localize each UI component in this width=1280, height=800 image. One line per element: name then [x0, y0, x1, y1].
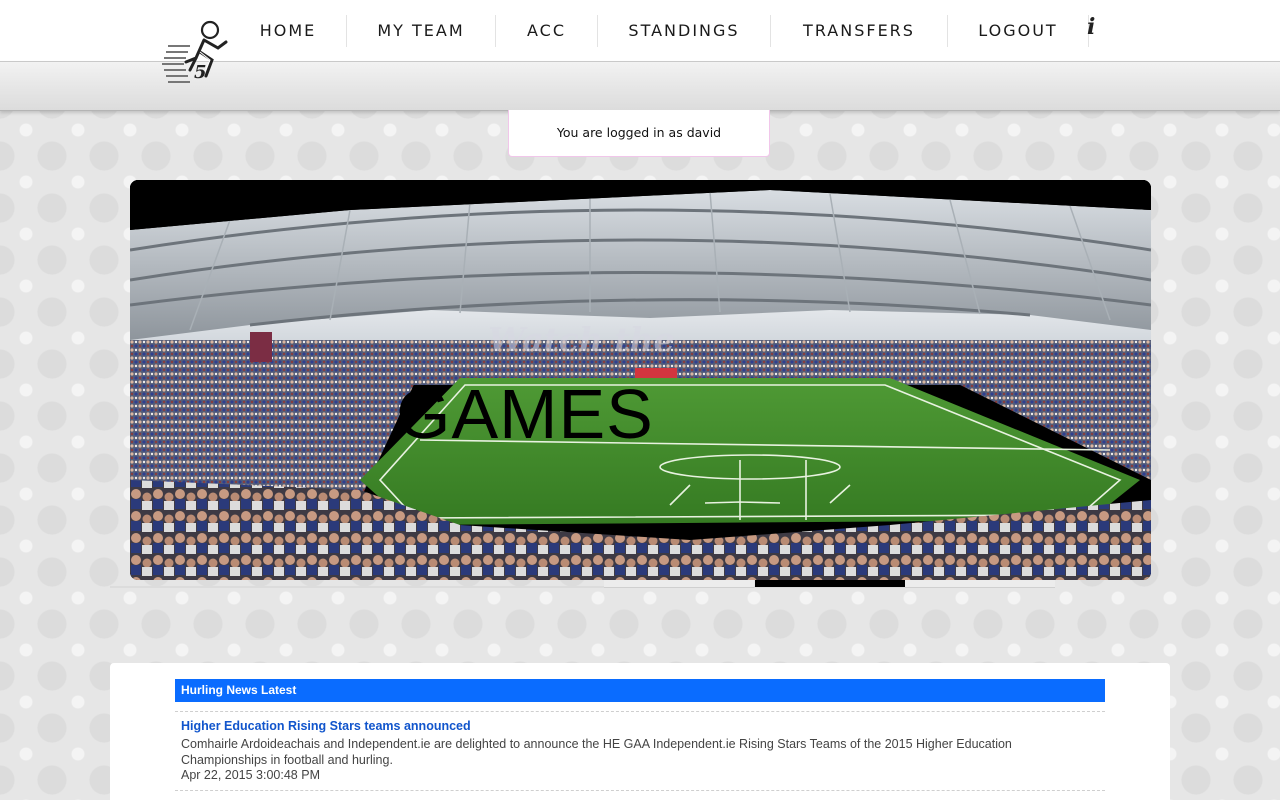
nav-logout[interactable]: LOGOUT	[948, 15, 1089, 47]
news-item-description: Comhairle Ardoideachais and Independent.…	[181, 737, 1012, 767]
news-item-title-link[interactable]: Higher Education Rising Stars teams anno…	[181, 719, 471, 733]
news-header: Hurling News Latest	[175, 679, 1105, 702]
news-item-date: Apr 22, 2015 3:00:48 PM	[181, 768, 320, 782]
hero-title: GAMES	[396, 375, 654, 453]
nav-my-team[interactable]: MY TEAM	[347, 15, 496, 47]
login-status-text: You are logged in as david	[556, 125, 722, 140]
login-status-box: You are logged in as david	[508, 110, 770, 157]
svg-text:5: 5	[194, 62, 207, 83]
main-navigation: HOME MY TEAM ACC STANDINGS TRANSFERS LOG…	[230, 14, 1089, 48]
news-divider	[175, 711, 1105, 712]
slider-indicator-1[interactable]	[604, 580, 754, 588]
slider-indicator-3[interactable]	[905, 580, 1055, 588]
slider-indicator-2-active[interactable]	[755, 580, 905, 587]
nav-home[interactable]: HOME	[230, 15, 347, 47]
running-player-logo-icon[interactable]: 5	[160, 18, 232, 88]
info-icon[interactable]: i	[1087, 14, 1095, 40]
nav-standings[interactable]: STANDINGS	[598, 15, 771, 47]
nav-transfers[interactable]: TRANSFERS	[771, 15, 948, 47]
news-divider	[175, 790, 1105, 791]
nav-acc[interactable]: ACC	[496, 15, 598, 47]
hero-subtitle: Watch the	[488, 320, 675, 359]
